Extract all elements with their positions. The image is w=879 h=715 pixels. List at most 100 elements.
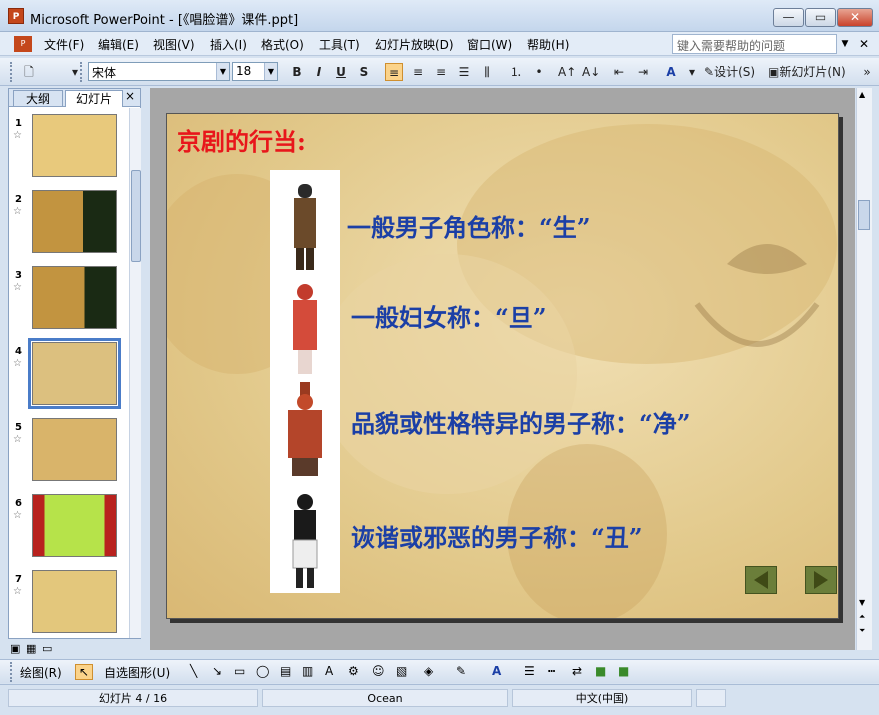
slide-title[interactable]: 京剧的行当: xyxy=(177,122,306,157)
previous-slide-button[interactable] xyxy=(745,566,777,594)
fill-color-icon[interactable]: ◈ xyxy=(424,664,433,678)
design-button[interactable]: ✎设计(S) xyxy=(704,63,755,81)
sorter-view-icon[interactable]: ▦ xyxy=(26,642,36,655)
diagram-icon[interactable]: ⚙ xyxy=(348,664,359,678)
line-style-icon[interactable]: ☰ xyxy=(524,664,535,678)
menu-window[interactable]: 窗口(W) xyxy=(467,36,512,53)
wordart-icon[interactable]: A xyxy=(325,664,333,678)
slide-text-line[interactable]: 一般妇女称：“旦” xyxy=(351,298,547,333)
opera-figures-image[interactable] xyxy=(270,170,340,593)
font-size-combo[interactable]: 18 ▼ xyxy=(232,62,278,81)
toolbar-grip[interactable] xyxy=(10,662,13,682)
scroll-thumb[interactable] xyxy=(131,170,141,262)
clipart-icon[interactable]: ☺ xyxy=(372,664,385,678)
tab-outline[interactable]: 大纲 xyxy=(13,90,63,107)
menu-tools[interactable]: 工具(T) xyxy=(319,36,360,53)
close-button[interactable]: ✕ xyxy=(837,8,873,27)
tab-slides[interactable]: 幻灯片 xyxy=(65,90,123,107)
arrow-icon[interactable]: ↘ xyxy=(212,664,222,678)
chevron-down-icon[interactable]: ▾ xyxy=(683,63,701,81)
next-slide-button[interactable] xyxy=(805,566,837,594)
bold-button[interactable]: B xyxy=(288,63,306,81)
thumbnail-item[interactable]: 4 ☆ xyxy=(9,338,128,409)
vertical-textbox-icon[interactable]: ▥ xyxy=(302,664,313,678)
horizontal-scrollbar[interactable] xyxy=(150,650,856,658)
minimize-button[interactable]: — xyxy=(773,8,804,27)
help-dropdown-icon[interactable]: ▼ xyxy=(838,34,852,54)
thumbnail-item[interactable]: 1 ☆ xyxy=(9,114,128,180)
slideshow-view-icon[interactable]: ▭ xyxy=(42,642,52,655)
maximize-button[interactable]: ▭ xyxy=(805,8,836,27)
help-search-input[interactable]: 键入需要帮助的问题 xyxy=(672,34,837,54)
slide-scrollbar[interactable]: ▲ ▼ ⏶ ⏷ xyxy=(856,88,872,650)
menu-format[interactable]: 格式(O) xyxy=(261,36,304,53)
next-slide-icon[interactable]: ⏷ xyxy=(859,626,865,636)
oval-icon[interactable]: ◯ xyxy=(256,664,269,678)
chevron-down-icon[interactable]: ▼ xyxy=(264,63,277,80)
increase-indent-icon[interactable]: ⇥ xyxy=(634,63,652,81)
previous-slide-icon[interactable]: ⏶ xyxy=(859,612,865,622)
menu-view[interactable]: 视图(V) xyxy=(153,36,195,53)
powerpoint-icon[interactable]: P xyxy=(8,8,24,24)
rectangle-icon[interactable]: ▭ xyxy=(234,664,245,678)
textbox-icon[interactable]: ▤ xyxy=(280,664,291,678)
thumbnail-item[interactable]: 7 ☆ xyxy=(9,570,128,636)
scroll-down-icon[interactable]: ▼ xyxy=(859,598,865,607)
slide-text-line[interactable]: 品貌或性格特异的男子称：“净” xyxy=(351,404,691,439)
line-color-icon[interactable]: ✎ xyxy=(456,664,466,678)
normal-view-icon[interactable]: ▣ xyxy=(10,642,20,655)
chevron-down-icon[interactable]: ▼ xyxy=(216,63,229,80)
3d-style-icon[interactable]: ■ xyxy=(618,664,629,678)
thumbnail-item[interactable]: 6 ☆ xyxy=(9,494,128,560)
decrease-indent-icon[interactable]: ⇤ xyxy=(610,63,628,81)
align-right-icon[interactable]: ≡ xyxy=(432,63,450,81)
distribute-icon[interactable]: ⫼ xyxy=(478,63,496,81)
slide-thumbnail-selected[interactable] xyxy=(28,338,121,409)
slide-thumbnail[interactable] xyxy=(32,114,117,177)
slide-thumbnail[interactable] xyxy=(32,494,117,557)
dash-style-icon[interactable]: ┅ xyxy=(548,664,555,678)
italic-button[interactable]: I xyxy=(310,63,328,81)
document-icon[interactable]: P xyxy=(14,36,32,52)
increase-font-icon[interactable]: A↑ xyxy=(558,63,576,81)
slide-text-line[interactable]: 一般男子角色称：“生” xyxy=(347,208,591,243)
decrease-font-icon[interactable]: A↓ xyxy=(582,63,600,81)
menu-edit[interactable]: 编辑(E) xyxy=(98,36,139,53)
close-icon[interactable]: × xyxy=(125,89,135,103)
new-slide-button[interactable]: ▣新幻灯片(N) xyxy=(768,63,846,81)
autoshapes-button[interactable]: 自选图形(U) xyxy=(104,664,170,681)
menu-insert[interactable]: 插入(I) xyxy=(210,36,247,53)
toolbar-grip[interactable] xyxy=(10,62,13,82)
font-color-icon[interactable]: A xyxy=(662,63,680,81)
picture-icon[interactable]: ▧ xyxy=(396,664,407,678)
arrow-style-icon[interactable]: ⇄ xyxy=(572,664,582,678)
toolbar-grip[interactable] xyxy=(80,62,83,82)
thumbnail-item[interactable]: 2 ☆ xyxy=(9,190,128,256)
draw-menu-button[interactable]: 绘图(R) xyxy=(20,664,62,681)
slide-thumbnail[interactable] xyxy=(32,190,117,253)
menu-slideshow[interactable]: 幻灯片放映(D) xyxy=(375,36,454,53)
align-left-icon[interactable]: ≡ xyxy=(385,63,403,81)
slide-text-line[interactable]: 诙谐或邪恶的男子称：“丑” xyxy=(351,518,643,553)
line-icon[interactable]: ╲ xyxy=(190,664,197,678)
thumbnail-scrollbar[interactable] xyxy=(129,108,141,638)
menu-file[interactable]: 文件(F) xyxy=(44,36,84,53)
toolbar-options-icon[interactable]: » xyxy=(858,63,876,81)
slide[interactable]: 京剧的行当: 一般男子角色称：“生” 一般妇女称：“旦” 品貌或性格特异的男子称… xyxy=(166,113,839,619)
menu-help[interactable]: 帮助(H) xyxy=(527,36,569,53)
slide-thumbnail[interactable] xyxy=(32,266,117,329)
scroll-thumb[interactable] xyxy=(858,200,870,230)
slide-thumbnail[interactable] xyxy=(32,570,117,633)
font-name-combo[interactable]: 宋体 ▼ xyxy=(88,62,230,81)
close-doc-icon[interactable]: ✕ xyxy=(857,34,871,54)
justify-icon[interactable]: ☰ xyxy=(455,63,473,81)
shadow-style-icon[interactable]: ■ xyxy=(595,664,606,678)
align-center-icon[interactable]: ≡ xyxy=(409,63,427,81)
bullets-icon[interactable]: • xyxy=(530,63,548,81)
scroll-up-icon[interactable]: ▲ xyxy=(859,90,865,99)
select-pointer-icon[interactable]: ↖ xyxy=(75,664,94,680)
thumbnail-item[interactable]: 5 ☆ xyxy=(9,418,128,484)
font-color-icon[interactable]: A xyxy=(492,664,501,678)
thumbnail-item[interactable]: 3 ☆ xyxy=(9,266,128,332)
shadow-button[interactable]: S xyxy=(355,63,373,81)
